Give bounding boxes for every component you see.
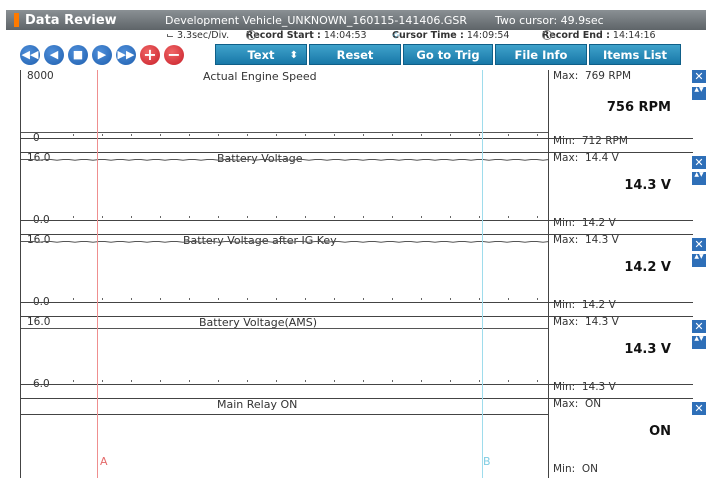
trace-path [21, 241, 549, 243]
signal-current-value: 14.2 V [624, 260, 671, 275]
signal-name: Main Relay ON [217, 398, 298, 411]
record-info-bar: ⌙ 3.3sec/Div. Record Start : 14:04:53 ⊹ … [6, 30, 706, 42]
max-value: 769 RPM [584, 70, 632, 82]
min-value: 14.2 V [581, 217, 616, 229]
value-baseline [549, 138, 693, 139]
min-label: Min: [553, 463, 576, 475]
close-icon[interactable]: ✕ [692, 402, 706, 415]
up-down-icon[interactable]: ▲▼ [692, 86, 706, 100]
relay-trace [21, 414, 549, 415]
value-baseline [549, 302, 693, 303]
min-label: Min: [553, 381, 576, 393]
zoom-in-button[interactable]: + [140, 45, 160, 65]
signal-min: Min: ON [553, 463, 598, 475]
max-label: Max: [553, 152, 579, 164]
up-down-icon[interactable]: ▲▼ [692, 253, 706, 267]
close-icon[interactable]: ✕ [692, 70, 706, 83]
clock-icon [246, 30, 256, 40]
signal-current-value: 14.3 V [624, 178, 671, 193]
cursor-mode: Two cursor: 49.9sec [495, 13, 604, 27]
signal-current-value: 756 RPM [606, 100, 671, 115]
cursor-b-line[interactable] [482, 70, 483, 478]
left-icon[interactable]: ◀ [44, 45, 64, 65]
zoom-out-button[interactable]: − [164, 45, 184, 65]
signal-lane[interactable]: 16.0 Battery Voltage after IG Key 0.0 [21, 234, 549, 314]
double-right-icon[interactable]: ▶▶ [116, 45, 136, 65]
close-icon[interactable]: ✕ [692, 320, 706, 333]
file-name: Development Vehicle_UNKNOWN_160115-14140… [165, 13, 467, 27]
toolbar: ◀◀ ◀ ■ ▶ ▶▶ + − Text ⬍ Reset Min.Max Go t… [6, 43, 706, 83]
double-left-icon[interactable]: ◀◀ [20, 45, 40, 65]
trace-path [21, 159, 549, 161]
signal-min: Min: 14.2 V [553, 299, 616, 311]
value-baseline [549, 384, 693, 385]
signal-trace [21, 328, 549, 329]
right-icon[interactable]: ▶ [92, 45, 112, 65]
file-info-button[interactable]: File Info [495, 44, 587, 65]
up-down-icon: ⬍ [289, 50, 298, 61]
min-label: Min: [553, 299, 576, 311]
min-value: ON [581, 463, 598, 475]
items-list-button[interactable]: Items List [589, 44, 681, 65]
crosshair-icon: ⊹ [392, 30, 400, 41]
max-value: 14.3 V [584, 316, 619, 328]
record-end: Record End : 14:14:16 [542, 30, 656, 41]
signal-min: Min: 14.3 V [553, 381, 616, 393]
max-label: Max: [553, 398, 579, 410]
go-to-trig-button[interactable]: Go to Trig [403, 44, 493, 65]
signal-max: Max: 769 RPM [553, 70, 631, 82]
signal-current-value: ON [649, 424, 671, 439]
max-value: ON [584, 398, 602, 410]
data-review-window: Data Review Development Vehicle_UNKNOWN_… [0, 0, 712, 486]
cursor-a-line[interactable] [97, 70, 98, 478]
title-bar: Data Review Development Vehicle_UNKNOWN_… [6, 10, 706, 30]
cursor-b-label: B [483, 455, 491, 468]
up-down-icon[interactable]: ▲▼ [692, 335, 706, 349]
signal-min: Min: 712 RPM [553, 135, 628, 147]
signal-trace [21, 159, 549, 161]
max-label: Max: [553, 316, 579, 328]
signal-trace [21, 241, 549, 243]
stop-icon[interactable]: ■ [68, 45, 88, 65]
signal-max: Max: 14.4 V [553, 152, 619, 164]
value-baseline [549, 220, 693, 221]
max-label: Max: [553, 234, 579, 246]
min-label: Min: [553, 217, 576, 229]
reset-minmax-button[interactable]: Reset Min.Max [309, 44, 401, 83]
lane-controls: ✕ ▲▼ ✕ ▲▼ ✕ ▲▼ ✕ ▲▼ ✕ [692, 70, 706, 478]
time-division: ⌙ 3.3sec/Div. [166, 30, 230, 41]
value-panel: Max: 769 RPM 756 RPM Min: 712 RPM Max: 14.4… [548, 70, 693, 478]
signal-min: Min: 14.2 V [553, 217, 616, 229]
record-start: Record Start : 14:04:53 [246, 30, 367, 41]
max-value: 14.4 V [584, 152, 619, 164]
display-mode-select[interactable]: Text ⬍ [215, 44, 307, 65]
cursor-time: ⊹ Cursor Time : 14:09:54 [392, 30, 510, 41]
signal-max: Max: 14.3 V [553, 234, 619, 246]
signal-max: Max: ON [553, 398, 601, 410]
max-label: Max: [553, 70, 579, 82]
close-icon[interactable]: ✕ [692, 238, 706, 251]
app-flag-icon [14, 13, 19, 27]
min-value: 712 RPM [581, 135, 628, 147]
signal-lane[interactable]: 16.0 Battery Voltage 0.0 [21, 152, 549, 232]
close-icon[interactable]: ✕ [692, 156, 706, 169]
min-label: Min: [553, 135, 576, 147]
signal-trace [21, 132, 549, 133]
plot-area[interactable]: 8000 Actual Engine Speed 0 16.0 Battery Volt… [20, 70, 549, 478]
clock-icon [542, 30, 552, 40]
signal-max: Max: 14.3 V [553, 316, 619, 328]
signal-lane[interactable]: 16.0 Battery Voltage(AMS) 6.0 [21, 316, 549, 396]
signal-lane[interactable]: 8000 Actual Engine Speed 0 [21, 70, 549, 150]
min-value: 14.2 V [581, 299, 616, 311]
app-title: Data Review [25, 12, 117, 28]
signal-current-value: 14.3 V [624, 342, 671, 357]
max-value: 14.3 V [584, 234, 619, 246]
up-down-icon[interactable]: ▲▼ [692, 171, 706, 185]
min-value: 14.3 V [581, 381, 616, 393]
cursor-a-label: A [100, 455, 108, 468]
